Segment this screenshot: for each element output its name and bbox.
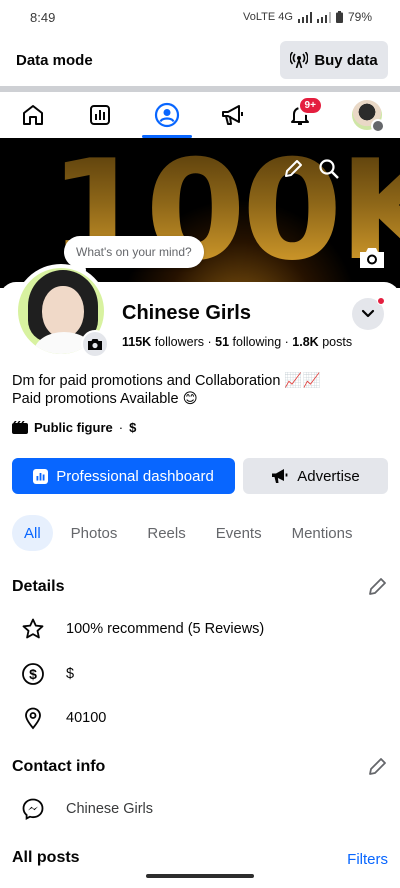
megaphone-icon: [222, 105, 244, 125]
following-count[interactable]: 51: [215, 335, 229, 349]
profile-stats: 115K followers · 51 following · 1.8K pos…: [122, 335, 352, 349]
clapperboard-icon: [12, 421, 28, 434]
professional-dashboard-button[interactable]: Professional dashboard: [12, 458, 235, 494]
page-category: Public figure · $: [12, 420, 136, 435]
dashboard-icon: [33, 468, 49, 484]
category-label: Public figure: [34, 420, 113, 435]
home-indicator[interactable]: [146, 874, 254, 878]
dollar-icon: $: [20, 661, 46, 687]
home-icon: [23, 105, 44, 125]
cover-camera-icon[interactable]: [358, 246, 386, 270]
detail-location: 40100: [20, 704, 106, 732]
buy-data-label: Buy data: [314, 51, 378, 69]
action-buttons: Professional dashboard Advertise: [12, 458, 388, 494]
contact-messenger[interactable]: Chinese Girls: [20, 795, 153, 823]
tab-mentions[interactable]: Mentions: [280, 515, 365, 551]
profile-picture-face: [42, 286, 84, 338]
composer-bubble-text: What's on your mind?: [76, 245, 192, 259]
profile-options-button[interactable]: [352, 297, 385, 330]
tab-photos[interactable]: Photos: [59, 515, 130, 551]
status-icons: VoLTE 4G 79%: [243, 10, 372, 24]
nav-ads[interactable]: [208, 92, 258, 138]
nav-home[interactable]: [8, 92, 58, 138]
followers-count[interactable]: 115K: [122, 335, 151, 349]
details-title: Details: [12, 578, 65, 595]
alert-dot: [377, 297, 385, 305]
search-icon[interactable]: [318, 158, 340, 180]
posts-count: 1.8K: [292, 335, 319, 349]
filters-link[interactable]: Filters: [347, 851, 388, 868]
chevron-down-icon: [361, 309, 375, 318]
notification-badge: 9+: [297, 96, 323, 115]
edit-contact-pencil-icon[interactable]: [366, 756, 388, 778]
profile-icon: [154, 102, 179, 128]
advertise-button[interactable]: Advertise: [243, 458, 388, 494]
nav-notifications[interactable]: 9+: [275, 92, 325, 138]
messenger-icon: [20, 796, 46, 822]
price-text: $: [66, 666, 75, 682]
advertise-label: Advertise: [297, 467, 360, 485]
contact-info-title: Contact info: [12, 758, 106, 775]
svg-text:$: $: [29, 666, 37, 682]
pencil-icon[interactable]: [282, 158, 304, 180]
tab-reels[interactable]: Reels: [135, 515, 197, 551]
broadcast-icon: [290, 52, 309, 68]
location-text: 40100: [66, 710, 107, 726]
menu-avatar: [351, 100, 385, 133]
bio: Dm for paid promotions and Collaboration…: [12, 372, 392, 408]
data-mode-bar: Data mode Buy data: [0, 36, 400, 84]
edit-details-pencil-icon[interactable]: [366, 576, 388, 598]
category-separator: ·: [118, 420, 124, 435]
signal-icon-2: [316, 11, 331, 23]
page-name: Chinese Girls: [122, 302, 251, 324]
signal-icon: [297, 11, 312, 23]
location-pin-icon: [20, 705, 46, 731]
top-nav: 9+: [0, 92, 400, 138]
tab-all[interactable]: All: [12, 515, 53, 551]
detail-recommend: 100% recommend (5 Reviews): [20, 615, 264, 643]
all-posts-title: All posts: [12, 849, 80, 866]
megaphone-icon: [272, 469, 288, 483]
bio-line-1: Dm for paid promotions and Collaboration…: [12, 373, 321, 389]
nav-menu[interactable]: [342, 92, 392, 138]
nav-profile[interactable]: [141, 92, 192, 138]
battery-icon: [335, 11, 343, 23]
tab-events[interactable]: Events: [204, 515, 274, 551]
menu-icon: [370, 119, 385, 133]
followers-label[interactable]: followers: [155, 335, 204, 349]
composer-bubble[interactable]: What's on your mind?: [64, 236, 204, 274]
bio-line-2: Paid promotions Available 😊: [12, 391, 198, 407]
messenger-text: Chinese Girls: [66, 801, 154, 817]
price-range: $: [129, 420, 137, 435]
recommend-text: 100% recommend (5 Reviews): [66, 621, 265, 637]
professional-dashboard-label: Professional dashboard: [56, 467, 214, 485]
status-bar: 8:49 VoLTE 4G 79%: [0, 0, 400, 34]
stats-separator: ·: [207, 335, 216, 349]
data-mode-label: Data mode: [16, 51, 93, 69]
chart-icon: [89, 105, 110, 125]
star-icon: [20, 616, 46, 642]
status-time: 8:49: [30, 9, 56, 25]
detail-price: $ $: [20, 660, 74, 688]
posts-label: posts: [322, 335, 353, 349]
profile-camera-button[interactable]: [81, 330, 109, 358]
battery-percent: 79%: [347, 10, 372, 24]
following-label[interactable]: following: [233, 335, 282, 349]
nav-dashboard[interactable]: [75, 92, 125, 138]
profile-tabs: All Photos Reels Events Mentions: [12, 515, 370, 551]
network-label: VoLTE 4G: [243, 11, 293, 23]
buy-data-button[interactable]: Buy data: [280, 41, 388, 79]
camera-icon: [88, 339, 102, 350]
